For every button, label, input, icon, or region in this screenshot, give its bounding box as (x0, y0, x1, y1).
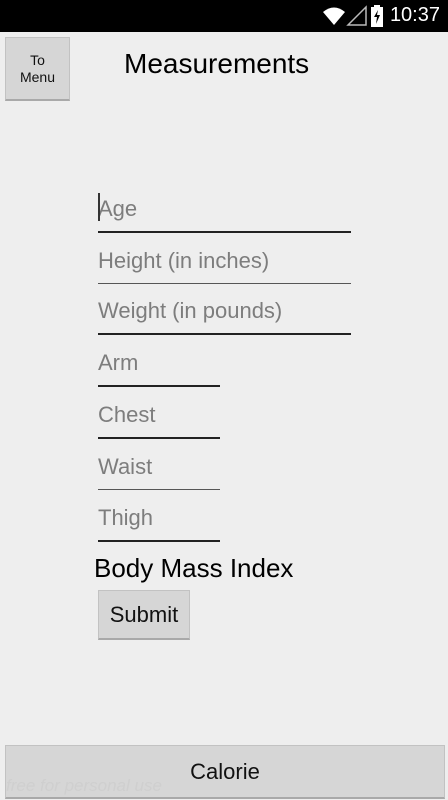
bmi-label: Body Mass Index (94, 553, 294, 583)
chest-input[interactable] (98, 400, 220, 439)
thigh-input[interactable] (98, 504, 220, 542)
to-menu-button[interactable]: To Menu (5, 37, 70, 101)
age-input[interactable] (98, 195, 351, 233)
signal-icon (346, 5, 367, 26)
weight-input[interactable] (98, 297, 351, 335)
height-input[interactable] (98, 247, 351, 284)
battery-charging-icon (371, 5, 383, 27)
page-title: Measurements (124, 48, 310, 79)
status-bar: 10:37 (0, 0, 448, 32)
arm-input[interactable] (98, 349, 220, 387)
wifi-icon (323, 7, 345, 25)
text-cursor (98, 193, 100, 221)
waist-input[interactable] (98, 453, 220, 490)
calorie-button[interactable]: Calorie (5, 745, 445, 799)
status-clock: 10:37 (389, 4, 440, 26)
to-menu-label-line2: Menu (19, 68, 56, 85)
to-menu-label-line1: To (30, 51, 45, 68)
submit-button[interactable]: Submit (98, 590, 190, 640)
